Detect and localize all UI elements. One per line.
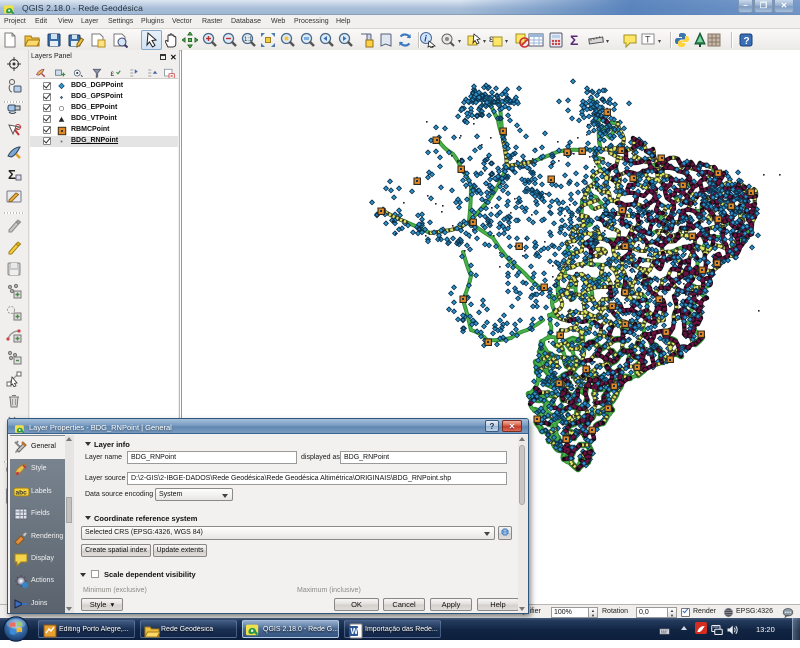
svg-text:?: ? xyxy=(744,36,750,47)
svg-text:abc: abc xyxy=(16,490,28,497)
svg-text:T: T xyxy=(645,35,651,45)
svg-text:ε: ε xyxy=(489,34,494,45)
svg-text:Σ: Σ xyxy=(8,167,16,182)
svg-text:W: W xyxy=(351,627,359,636)
svg-text:1:1: 1:1 xyxy=(244,37,253,43)
svg-text:Σ: Σ xyxy=(570,32,578,48)
svg-text:ε: ε xyxy=(111,69,115,78)
